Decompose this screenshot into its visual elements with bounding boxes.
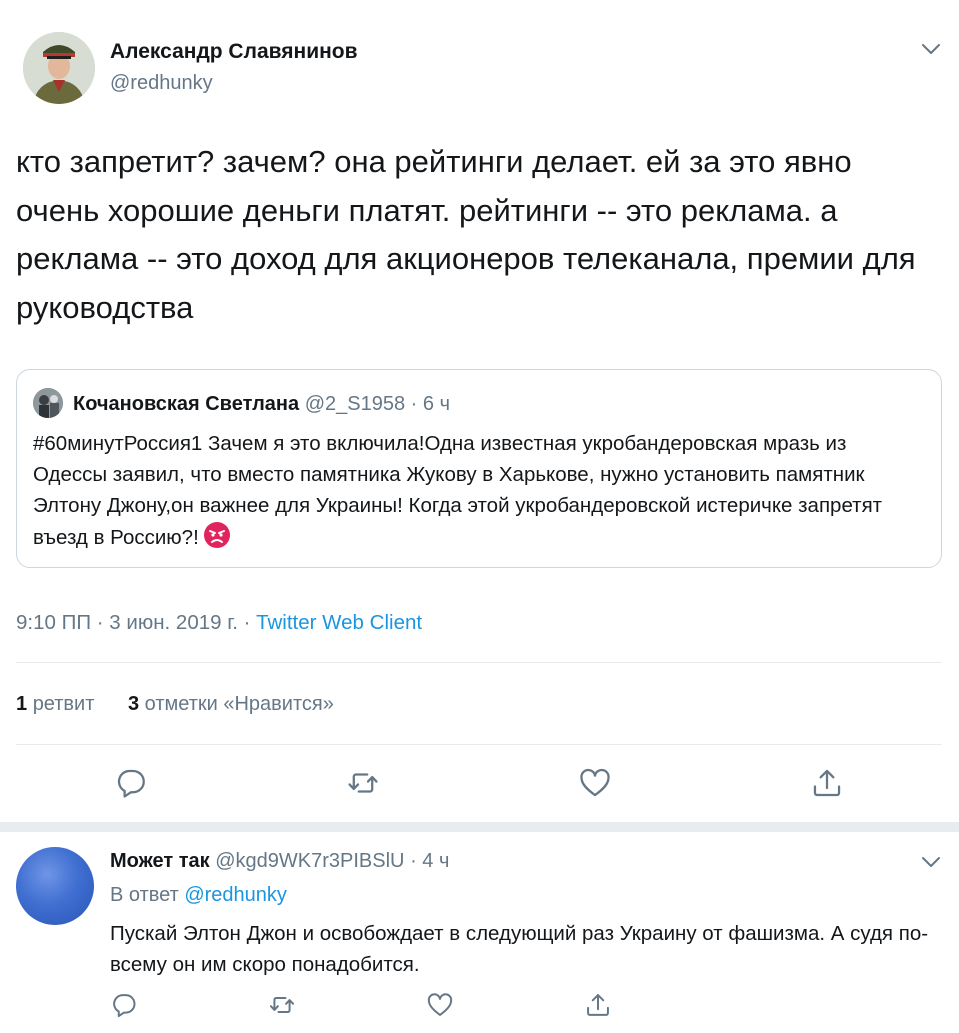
reply-text: Пускай Элтон Джон и освобождает в следую… (110, 922, 929, 976)
section-divider (0, 822, 959, 832)
chevron-down-icon[interactable] (919, 37, 943, 61)
reply-separator: · (410, 850, 417, 872)
reply-header: Может так @kgd9WK7r3PIBSlU · 4 ч (110, 850, 449, 873)
divider (16, 662, 942, 663)
quote-separator: · (410, 393, 418, 415)
author-handle[interactable]: @redhunky (110, 72, 213, 95)
in-reply-handle-link[interactable]: @redhunky (184, 884, 287, 906)
angry-face-emoji (203, 522, 230, 548)
author-name[interactable]: Александр Славянинов (110, 40, 358, 64)
quote-author-avatar (33, 388, 63, 418)
reply-author-handle[interactable]: @kgd9WK7r3PIBSlU (215, 850, 404, 872)
quote-author-handle: @2_S1958 (304, 393, 406, 415)
in-reply-to: В ответ @redhunky (110, 884, 287, 907)
quote-author-name: Кочановская Светлана (73, 393, 300, 415)
reply-time[interactable]: 4 ч (422, 850, 449, 872)
likes-count: 3 (127, 693, 140, 715)
author-avatar[interactable] (23, 32, 95, 104)
retweets-count: 1 (16, 693, 28, 715)
reply-author-avatar[interactable] (16, 847, 94, 925)
divider (16, 744, 942, 745)
share-icon[interactable] (810, 766, 844, 800)
retweets-label: ретвит (32, 693, 95, 715)
tweet-timestamp[interactable]: 9:10 ПП · 3 июн. 2019 г. · (16, 611, 256, 634)
tweet-client-link[interactable]: Twitter Web Client (256, 611, 422, 634)
quote-header: Кочановская Светлана @2_S1958 · 6 ч (73, 393, 450, 416)
retweet-icon[interactable] (268, 991, 296, 1019)
tweet-text: кто запретит? зачем? она рейтинги делает… (16, 144, 916, 325)
chevron-down-icon[interactable] (919, 850, 943, 874)
like-icon[interactable] (426, 991, 454, 1019)
reply-icon[interactable] (110, 991, 138, 1019)
reply-author-name[interactable]: Может так (110, 850, 210, 872)
quote-time: 6 ч (422, 393, 450, 415)
tweet-stats: 1 ретвит 3 отметки «Нравится» (16, 693, 334, 716)
like-icon[interactable] (578, 766, 612, 800)
main-tweet: Александр Славянинов @redhunky кто запре… (0, 0, 959, 822)
in-reply-prefix: В ответ (110, 884, 179, 906)
likes-stat[interactable]: 3 отметки «Нравится» (128, 693, 334, 716)
quote-text: #60минутРоссия1 Зачем я это включила!Одн… (33, 432, 883, 549)
likes-label: отметки «Нравится» (144, 693, 334, 715)
retweets-stat[interactable]: 1 ретвит (16, 693, 94, 716)
tweet-timestamp-line: 9:10 ПП · 3 июн. 2019 г. · Twitter Web C… (16, 611, 422, 635)
quote-text-block: #60минутРоссия1 Зачем я это включила!Одн… (33, 428, 923, 553)
share-icon[interactable] (584, 991, 612, 1019)
quoted-tweet[interactable]: Кочановская Светлана @2_S1958 · 6 ч #60м… (16, 369, 942, 568)
reply-icon[interactable] (114, 766, 148, 800)
retweet-icon[interactable] (346, 766, 380, 800)
